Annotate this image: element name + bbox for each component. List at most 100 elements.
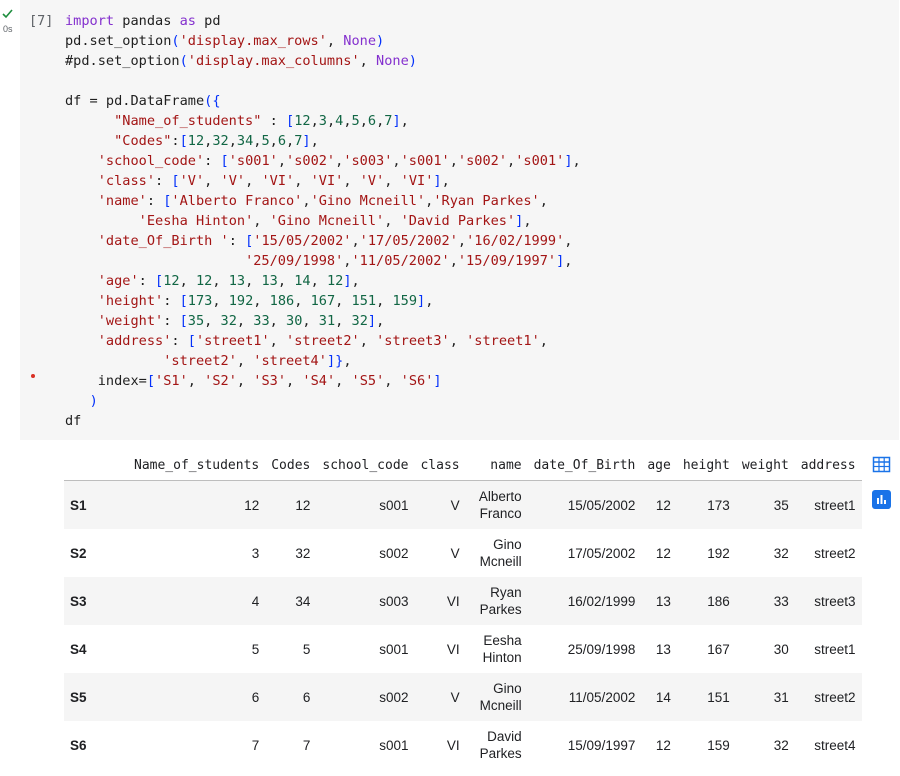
code-line: '25/09/1998','11/05/2002','15/09/1997'], (245, 253, 573, 269)
column-header: Name_of_students (128, 450, 266, 481)
table-cell: 12 (244, 497, 260, 513)
row-index: S4 (70, 641, 87, 657)
code-line: df (65, 413, 82, 429)
table-cell: 5 (251, 641, 260, 657)
table-cell: street2 (814, 545, 856, 561)
table-cell: 12 (655, 737, 671, 753)
table-cell: 15/09/1997 (567, 737, 636, 753)
table-cell: V (450, 545, 460, 561)
table-row: S6 7 7 s001 VI David Parkes 15/09/1997 1… (64, 721, 862, 769)
code-line: pd.set_option('display.max_rows', None) (65, 33, 385, 49)
table-cell: 34 (295, 593, 311, 609)
table-cell: 12 (295, 497, 311, 513)
code-line: 'weight': [35, 32, 33, 30, 31, 32], (97, 313, 385, 329)
table-cell: s002 (379, 545, 409, 561)
code-line: import pandas as pd (65, 13, 221, 29)
table-cell: 35 (773, 497, 789, 513)
row-index: S6 (70, 737, 87, 753)
code-line: "Codes":[12,32,34,5,6,7], (114, 133, 319, 149)
table-cell: 12 (655, 545, 671, 561)
table-row: S3 4 34 s003 VI Ryan Parkes 16/02/1999 1… (64, 577, 862, 625)
table-cell: street3 (814, 593, 856, 609)
table-cell: Gino Mcneill (479, 537, 522, 569)
column-header: weight (735, 450, 795, 481)
table-cell: 5 (302, 641, 311, 657)
table-row: S2 3 32 s002 V Gino Mcneill 17/05/2002 1… (64, 529, 862, 577)
table-cell: 13 (655, 593, 671, 609)
table-cell: V (450, 497, 460, 513)
code-line: 'age': [12, 12, 13, 13, 14, 12], (97, 273, 360, 289)
code-line: 'address': ['street1', 'street2', 'stree… (97, 333, 548, 349)
column-header: date_Of_Birth (527, 450, 642, 481)
code-line: "Name_of_students" : [12,3,4,5,6,7], (114, 113, 409, 129)
lint-warning-dot (31, 374, 35, 378)
table-cell: VI (446, 737, 460, 753)
table-cell: street4 (814, 737, 856, 753)
code-line: 'name': ['Alberto Franco','Gino Mcneill'… (97, 193, 548, 209)
table-cell: Ryan Parkes (479, 585, 522, 617)
table-cell: 3 (251, 545, 260, 561)
code-line: #pd.set_option('display.max_columns', No… (65, 53, 417, 69)
table-cell: 7 (302, 737, 311, 753)
table-cell: VI (446, 641, 460, 657)
table-cell: 192 (707, 545, 730, 561)
table-cell: Gino Mcneill (479, 681, 522, 713)
code-line: df = pd.DataFrame({ (65, 93, 221, 109)
table-cell: street1 (814, 641, 856, 657)
check-icon[interactable] (2, 8, 13, 21)
execution-count: [7] (29, 13, 54, 29)
table-cell: 4 (251, 593, 260, 609)
chart-icon[interactable] (872, 490, 891, 509)
table-cell: 33 (773, 593, 789, 609)
table-cell: 6 (302, 689, 311, 705)
code-line: 'height': [173, 192, 186, 167, 151, 159]… (97, 293, 434, 309)
table-cell: 30 (773, 641, 789, 657)
table-row: S4 5 5 s001 VI Eesha Hinton 25/09/1998 1… (64, 625, 862, 673)
index-header (64, 450, 128, 481)
table-row: S5 6 6 s002 V Gino Mcneill 11/05/2002 14… (64, 673, 862, 721)
table-cell: s001 (379, 641, 409, 657)
code-line: index=['S1', 'S2', 'S3', 'S4', 'S5', 'S6… (65, 373, 442, 389)
column-header: height (676, 450, 736, 481)
table-cell: 31 (773, 689, 789, 705)
table-cell: 173 (707, 497, 730, 513)
row-index: S2 (70, 545, 87, 561)
row-index: S1 (70, 497, 87, 513)
table-cell: 12 (655, 497, 671, 513)
table-cell: V (450, 689, 460, 705)
table-cell: s001 (379, 737, 409, 753)
column-header: address (794, 450, 862, 481)
table-cell: 6 (251, 689, 260, 705)
table-icon[interactable] (872, 455, 891, 474)
table-cell: 32 (773, 545, 789, 561)
dataframe-output: Name_of_students Codes school_code class… (64, 450, 862, 769)
table-cell: 167 (707, 641, 730, 657)
column-header: Codes (265, 450, 317, 481)
table-row: S1 12 12 s001 V Alberto Franco 15/05/200… (64, 480, 862, 529)
table-cell: s002 (379, 689, 409, 705)
table-cell: 14 (655, 689, 671, 705)
code-editor[interactable]: import pandas as pd pd.set_option('displ… (65, 11, 581, 431)
table-cell: 16/02/1999 (567, 593, 636, 609)
code-line: 'class': ['V', 'V', 'VI', 'VI', 'V', 'VI… (97, 173, 450, 189)
table-cell: s001 (379, 497, 409, 513)
code-line: ) (89, 393, 98, 409)
table-cell: 25/09/1998 (567, 641, 636, 657)
table-cell: Eesha Hinton (482, 633, 522, 665)
column-header: age (641, 450, 677, 481)
table-cell: street1 (814, 497, 856, 513)
column-header: name (465, 450, 528, 481)
table-cell: 151 (707, 689, 730, 705)
table-cell: 7 (251, 737, 260, 753)
code-line: 'street2', 'street4']}, (163, 353, 352, 369)
code-line: 'Eesha Hinton', 'Gino Mcneill', 'David P… (138, 213, 532, 229)
column-header: class (414, 450, 466, 481)
dataframe-header: Name_of_students Codes school_code class… (64, 450, 862, 481)
table-cell: street2 (814, 689, 856, 705)
table-cell: 15/05/2002 (567, 497, 636, 513)
table-cell: David Parkes (479, 729, 522, 761)
table-cell: Alberto Franco (478, 489, 522, 521)
code-line: 'school_code': ['s001','s002','s003','s0… (97, 153, 581, 169)
column-header: school_code (316, 450, 415, 481)
dataframe-body: S1 12 12 s001 V Alberto Franco 15/05/200… (64, 480, 862, 769)
